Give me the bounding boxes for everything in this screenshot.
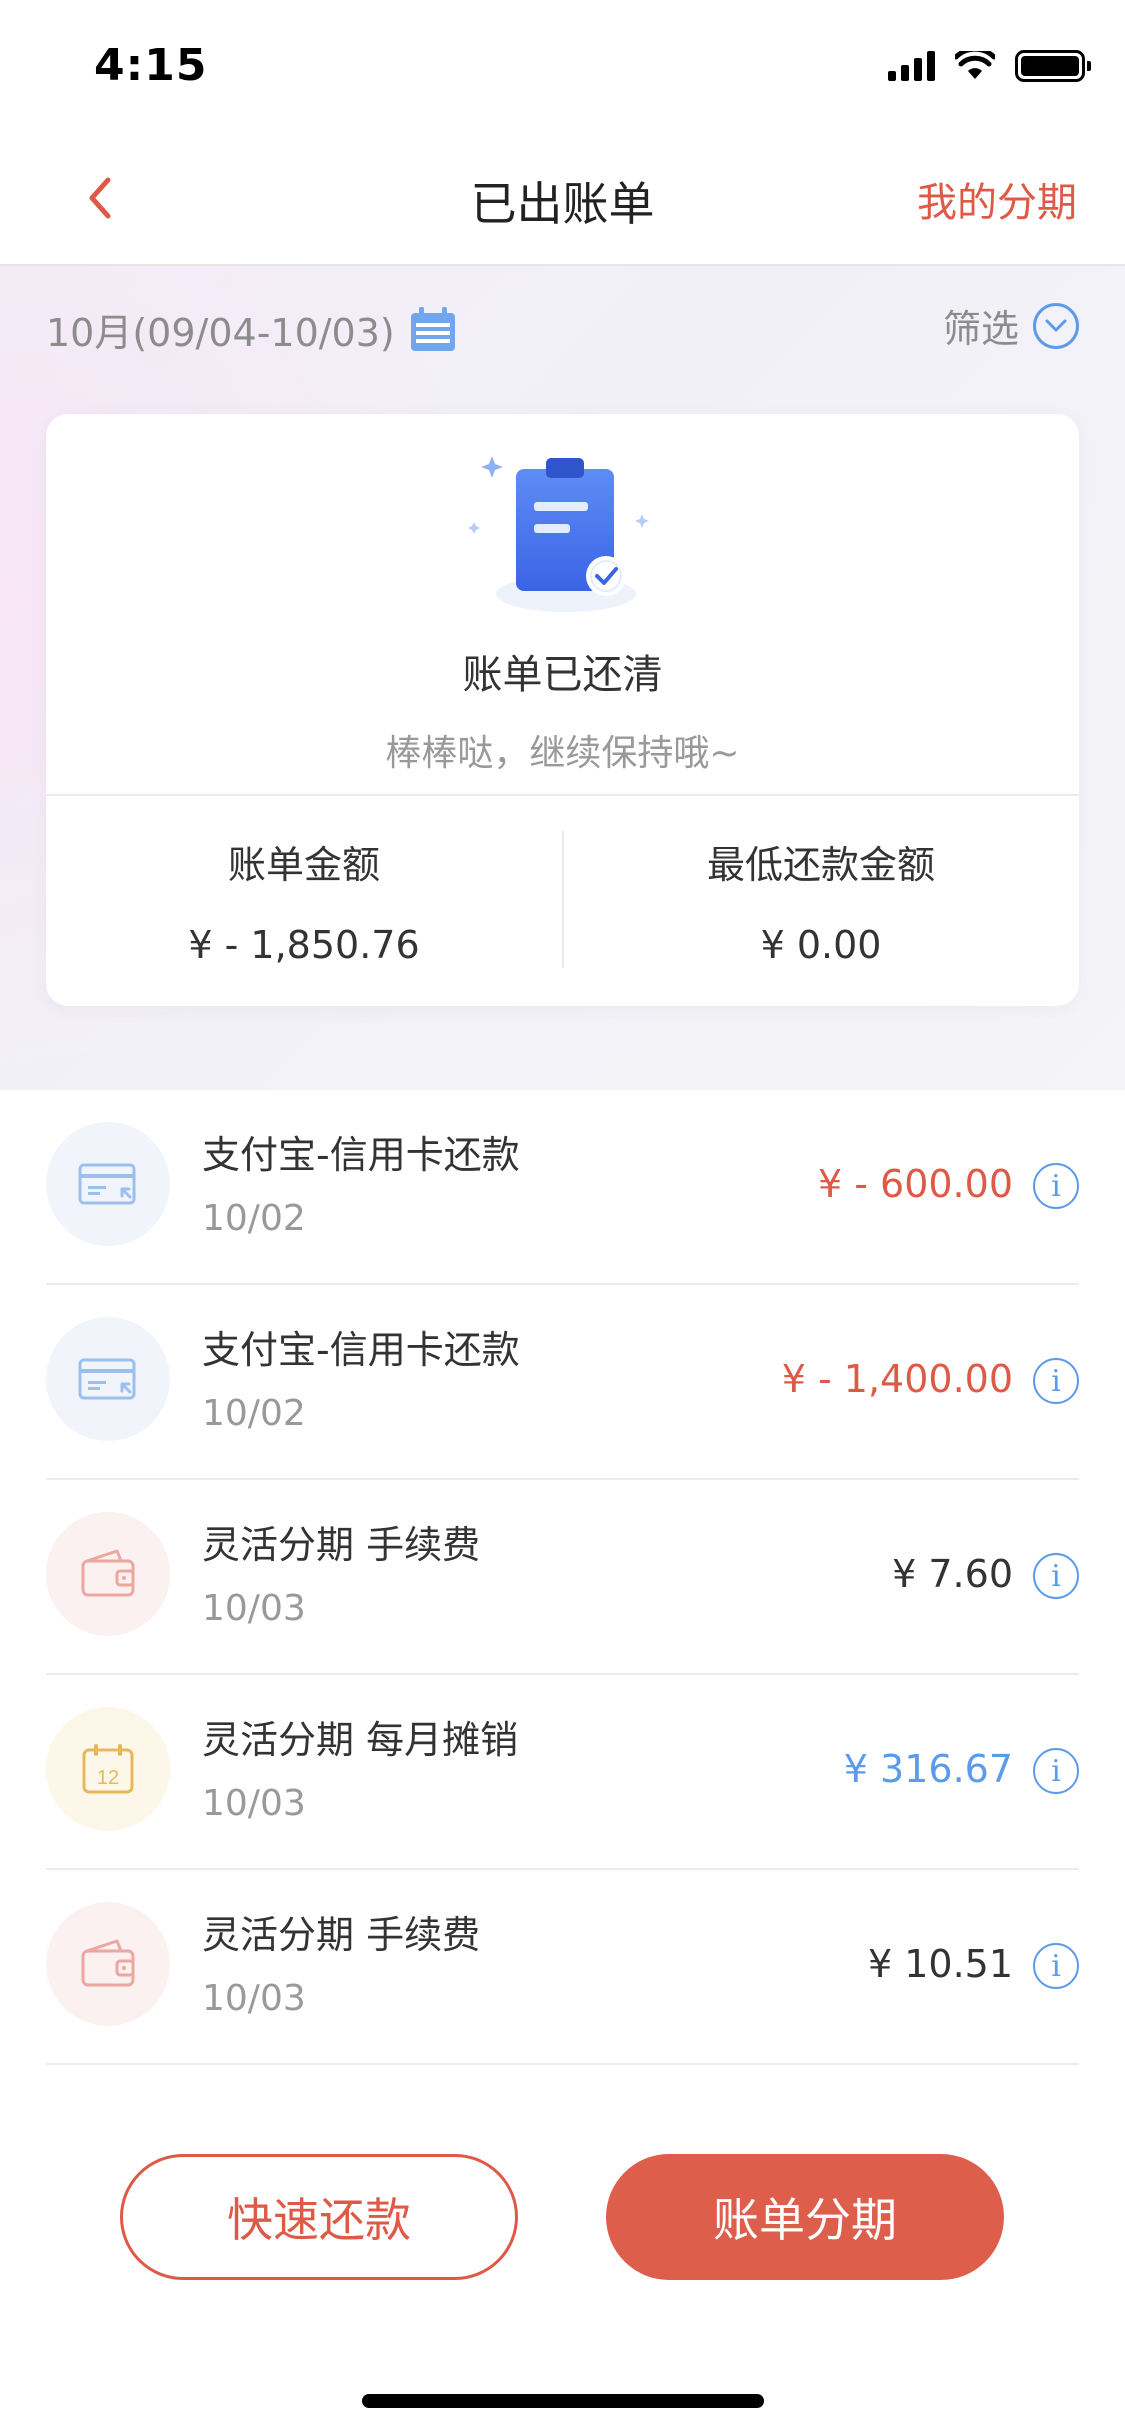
credit-card-icon bbox=[46, 1122, 170, 1246]
transaction-amount: ¥ 316.67 bbox=[843, 1747, 1013, 1791]
bill-status-card: 账单已还清 棒棒哒，继续保持哦~ 账单金额 ¥ - 1,850.76 最低还款金… bbox=[46, 414, 1079, 1006]
transaction-row[interactable]: 灵活分期 手续费 10/03 ¥ 7.60 i bbox=[46, 1480, 1079, 1675]
wallet-icon bbox=[46, 1902, 170, 2026]
calendar-icon bbox=[410, 306, 455, 351]
quick-pay-button[interactable]: 快速还款 bbox=[120, 2154, 518, 2280]
bill-status-title: 账单已还清 bbox=[462, 652, 663, 698]
transaction-amount: ¥ - 1,400.00 bbox=[781, 1357, 1013, 1401]
clipboard-check-icon bbox=[468, 456, 649, 612]
divider bbox=[46, 794, 1079, 796]
transaction-title: 灵活分期 手续费 bbox=[202, 1913, 481, 1957]
transaction-amount: ¥ 10.51 bbox=[867, 1942, 1013, 1986]
transaction-title: 灵活分期 每月摊销 bbox=[202, 1718, 519, 1762]
bill-amount-label: 账单金额 bbox=[227, 843, 380, 887]
transaction-row[interactable]: 支付宝-信用卡还款 10/02 ¥ - 1,400.00 i bbox=[46, 1285, 1079, 1480]
transaction-date: 10/03 bbox=[202, 1783, 306, 1824]
transaction-date: 10/03 bbox=[202, 1588, 306, 1629]
credit-card-icon bbox=[46, 1317, 170, 1441]
info-icon[interactable]: i bbox=[1033, 1163, 1079, 1209]
status-time: 4:15 bbox=[94, 40, 208, 91]
info-icon[interactable]: i bbox=[1033, 1358, 1079, 1404]
info-icon[interactable]: i bbox=[1033, 1748, 1079, 1794]
bill-amount-value: ¥ - 1,850.76 bbox=[188, 923, 420, 967]
min-payment-label: 最低还款金额 bbox=[706, 843, 935, 887]
signal-icon bbox=[888, 51, 935, 81]
period-selector[interactable]: 10月(09/04-10/03) bbox=[46, 302, 457, 357]
transaction-title: 支付宝-信用卡还款 bbox=[202, 1133, 520, 1177]
period-label: 10月(09/04-10/03) bbox=[46, 311, 395, 355]
nav-bar: 已出账单 我的分期 bbox=[0, 132, 1125, 266]
transaction-row[interactable]: 灵活分期 手续费 10/03 ¥ 10.51 i bbox=[46, 1870, 1079, 2065]
info-icon[interactable]: i bbox=[1033, 1943, 1079, 1989]
battery-icon bbox=[1015, 50, 1091, 82]
min-payment-block: 最低还款金额 ¥ 0.00 bbox=[563, 834, 1079, 967]
transaction-row[interactable]: 12 灵活分期 每月摊销 10/03 ¥ 316.67 i bbox=[46, 1675, 1079, 1870]
home-indicator[interactable] bbox=[362, 2394, 764, 2408]
transaction-date: 10/03 bbox=[202, 1978, 306, 2019]
chevron-down-icon bbox=[1033, 302, 1079, 349]
filter-label: 筛选 bbox=[942, 307, 1019, 351]
transaction-amount: ¥ - 600.00 bbox=[817, 1162, 1013, 1206]
wifi-icon bbox=[955, 51, 995, 79]
filter-button[interactable]: 筛选 bbox=[943, 298, 1079, 353]
bill-installment-button[interactable]: 账单分期 bbox=[606, 2154, 1004, 2280]
transaction-title: 支付宝-信用卡还款 bbox=[202, 1328, 520, 1372]
my-installments-link[interactable]: 我的分期 bbox=[917, 170, 1077, 228]
bill-status-subtitle: 棒棒哒，继续保持哦~ bbox=[385, 733, 740, 774]
transaction-row[interactable]: 支付宝-信用卡还款 10/02 ¥ - 600.00 i bbox=[46, 1090, 1079, 1285]
wallet-icon bbox=[46, 1512, 170, 1636]
status-icons bbox=[888, 50, 1091, 82]
transaction-amount: ¥ 7.60 bbox=[892, 1552, 1013, 1596]
bill-summary-area: 10月(09/04-10/03) 筛选 账单已还清 棒棒哒，继续保持哦~ 账单金… bbox=[0, 266, 1125, 1090]
calendar-day: 12 bbox=[97, 1767, 119, 1789]
info-icon[interactable]: i bbox=[1033, 1553, 1079, 1599]
transaction-date: 10/02 bbox=[202, 1393, 306, 1434]
min-payment-value: ¥ 0.00 bbox=[760, 923, 882, 967]
calendar-icon: 12 bbox=[46, 1707, 170, 1831]
transaction-date: 10/02 bbox=[202, 1198, 306, 1239]
transaction-title: 灵活分期 手续费 bbox=[202, 1523, 481, 1567]
status-bar: 4:15 bbox=[0, 0, 1125, 132]
bill-amount-block: 账单金额 ¥ - 1,850.76 bbox=[46, 834, 562, 967]
